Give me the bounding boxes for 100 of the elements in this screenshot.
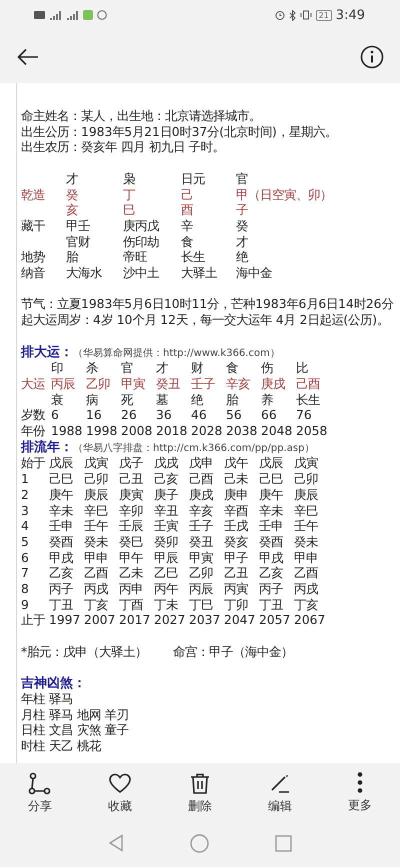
luck-cell-text: 壬子: [191, 376, 216, 393]
luck-cell-text: 长生: [296, 392, 321, 408]
pillar-cell-text: 大驿土: [181, 266, 218, 282]
year-cell-text: 戊申: [189, 456, 214, 472]
luck-cell-text: 1998: [86, 424, 118, 440]
year-cell-text: 庚戌: [189, 488, 214, 504]
pillar-cell-text: 海中金: [236, 266, 273, 282]
globe-icon: [97, 10, 107, 20]
row-label: 8: [21, 582, 30, 598]
luck-cell-text: 财: [191, 361, 204, 377]
trash-icon: [188, 772, 212, 794]
luck-cell-text: 庚戌: [261, 376, 286, 393]
row-label: 9: [21, 598, 30, 614]
year-cell-text: 甲申: [84, 550, 109, 566]
year-cell-text: 戊午: [224, 456, 249, 472]
pillar-cell-text: 亥: [66, 203, 79, 219]
luck-cell-text: 26: [121, 408, 138, 424]
year-cell-text: 辛酉: [224, 504, 249, 520]
year-cell-text: 乙丑: [224, 566, 249, 582]
vibrate-icon: [300, 10, 312, 20]
year-cell-text: 癸巳: [119, 534, 144, 551]
back-arrow-icon[interactable]: [17, 48, 39, 66]
year-cell-text: 己巳: [49, 472, 74, 488]
year-cell-text: 己酉: [189, 472, 214, 488]
year-cell-text: 己亥: [154, 472, 179, 488]
year-cell-text: 2047: [224, 613, 256, 630]
row-label: 3: [21, 504, 30, 520]
year-cell-text: 丁亥: [84, 598, 109, 614]
text-line: 时柱 天乙 桃花: [21, 739, 102, 755]
pillar-cell-text: 大海水: [66, 266, 103, 282]
luck-cell-text: 才: [156, 361, 169, 377]
toolbar-button[interactable]: 编辑: [268, 772, 292, 814]
year-cell-text: 己卯: [294, 472, 319, 488]
year-cell-text: 2027: [154, 613, 186, 630]
pillar-cell-text: 长生: [181, 250, 206, 266]
pillar-cell-text: 己: [181, 188, 194, 204]
row-label: 年份: [21, 424, 46, 440]
text-line: 月柱 驿马 地网 羊刃: [21, 708, 130, 724]
back-nav-icon[interactable]: [108, 834, 124, 852]
year-cell-text: 乙亥: [49, 566, 74, 582]
text-line: *胎元：戊申（大驿土）: [21, 644, 148, 661]
year-cell-text: 戊辰: [259, 456, 284, 472]
year-cell-text: 辛未: [49, 504, 74, 520]
pillar-cell-text: 胎: [66, 250, 80, 266]
luck-cell-text: 46: [191, 408, 208, 424]
luck-cell-text: 2038: [226, 424, 258, 440]
luck-cell-text: 官: [121, 361, 134, 377]
toolbar-button[interactable]: 收藏: [108, 772, 132, 814]
luck-cell-text: 56: [226, 408, 243, 424]
text-line: 出生公历：1983年5月21日0时37分(北京时间)，星期六。: [21, 124, 338, 140]
year-cell-text: 辛未: [259, 504, 284, 520]
row-label: 乾造: [21, 188, 46, 204]
year-cell-text: 戊子: [119, 456, 144, 472]
recents-nav-icon[interactable]: [275, 834, 292, 852]
year-cell-text: 2057: [259, 613, 292, 630]
toolbar-button[interactable]: 删除: [188, 772, 212, 814]
row-label: 2: [21, 488, 30, 504]
pillar-cell-text: 才: [236, 234, 249, 250]
year-cell-text: 壬申: [259, 519, 284, 535]
pillar-cell-text: 丁: [123, 188, 136, 204]
pillar-cell-text: 酉: [181, 203, 194, 219]
year-cell-text: 乙未: [119, 566, 144, 582]
pillar-cell-text: 日元: [181, 172, 206, 188]
alarm-icon: [274, 10, 285, 20]
info-icon[interactable]: [360, 44, 384, 68]
year-cell-text: 2037: [189, 613, 222, 630]
text-line: 出生农历：癸亥年 四月 初九日 子时。: [21, 140, 226, 156]
year-cell-text: 甲申: [294, 550, 319, 566]
home-nav-icon[interactable]: [190, 834, 209, 852]
year-cell-text: 丁卯: [224, 598, 249, 614]
luck-cell-text: 66: [261, 408, 278, 424]
pillar-cell-text: 枭: [123, 172, 136, 188]
year-cell-text: 壬子: [189, 519, 214, 535]
pillar-cell-text: 甲（日空寅、卯）: [236, 188, 333, 204]
year-cell-text: 辛丑: [154, 504, 179, 520]
year-cell-text: 丙子: [259, 582, 284, 598]
text-line: 命主姓名：某人，出生地：北京请选择城市。: [21, 109, 262, 125]
toolbar-button[interactable]: 更多: [348, 772, 372, 814]
year-cell-text: 庚午: [259, 488, 284, 504]
pillar-cell-text: 才: [66, 172, 79, 188]
luck-cell-text: 2008: [121, 424, 154, 440]
pillar-cell-text: 甲壬: [66, 218, 91, 235]
toolbar-button[interactable]: 分享: [28, 772, 52, 814]
year-cell-text: 甲戌: [49, 550, 74, 566]
luck-cell-text: 乙卯: [86, 376, 111, 393]
signal-icon: [49, 10, 62, 20]
year-cell-text: 己丑: [119, 472, 144, 488]
year-cell-text: 戊戌: [154, 456, 179, 472]
pillar-cell-text: 癸: [66, 188, 79, 204]
share-icon: [28, 772, 52, 794]
year-cell-text: 辛巳: [294, 504, 319, 520]
year-cell-text: 乙巳: [154, 566, 179, 582]
luck-cell-text: 16: [86, 408, 103, 424]
source-note: （华易算命网提供：http://www.k366.com）: [73, 348, 280, 358]
year-cell-text: 庚辰: [294, 488, 319, 504]
year-cell-text: 己未: [224, 472, 249, 488]
year-cell-text: 壬戌: [224, 519, 249, 535]
year-cell-text: 壬寅: [154, 519, 179, 535]
year-cell-text: 甲辰: [154, 550, 179, 566]
section-heading: 排流年：: [21, 440, 73, 455]
